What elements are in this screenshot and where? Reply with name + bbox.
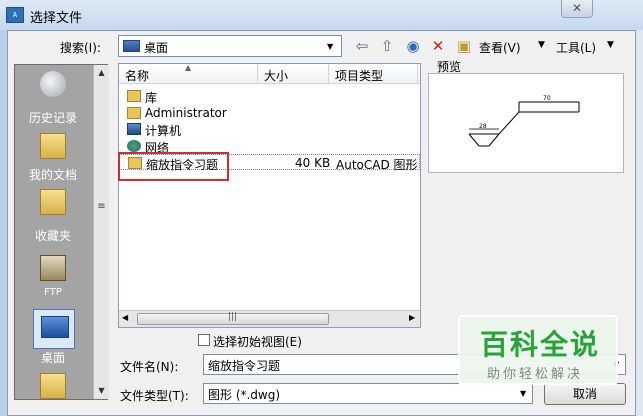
scroll-grip-icon[interactable]: ≡ [94, 201, 109, 212]
list-item[interactable]: Administrator [119, 105, 420, 121]
search-web-icon[interactable]: ◉ [404, 37, 422, 55]
scroll-down-icon[interactable]: ▼ [94, 383, 109, 399]
file-list[interactable]: 名称 ▲ 大小 项目类型 库 Administrator 计算机 网络 缩放指令… [118, 63, 421, 328]
places-scrollbar[interactable]: ▲ ≡ ▼ [93, 65, 109, 399]
file-type: AutoCAD 图形 [336, 158, 418, 172]
folder-icon [40, 373, 66, 399]
desktop-icon [123, 40, 140, 52]
app-icon: A [6, 7, 24, 23]
place-history[interactable]: 历史记录 [15, 71, 91, 131]
delete-icon[interactable]: ✕ [429, 37, 447, 55]
close-button[interactable]: ✕ [561, 0, 593, 18]
place-desktop[interactable] [33, 309, 75, 349]
chevron-down-icon[interactable]: ▼ [327, 42, 333, 51]
scroll-grip-icon: ||| [228, 312, 238, 322]
scroll-up-icon[interactable]: ▲ [94, 65, 109, 81]
column-divider[interactable] [257, 64, 258, 84]
watermark-logo: 百科全说 助你轻松解决 [458, 315, 618, 385]
filetype-value: 图形 (*.dwg) [208, 388, 281, 402]
initial-view-label[interactable]: 选择初始视图(E) [213, 333, 302, 350]
horizontal-scrollbar[interactable]: ◀ ||| ▶ [119, 310, 420, 327]
up-folder-icon[interactable]: ⇧ [378, 37, 396, 55]
list-item[interactable]: 库 [119, 88, 420, 105]
file-name: 计算机 [145, 124, 182, 138]
cancel-button[interactable]: 取消 [544, 383, 626, 405]
place-extra[interactable] [15, 369, 91, 399]
dimension-label-left: 28 [479, 123, 487, 130]
highlight-annotation [118, 152, 229, 181]
place-label: FTP [44, 287, 62, 298]
column-type[interactable]: 项目类型 [335, 67, 383, 84]
ftp-icon [40, 255, 66, 281]
place-my-documents[interactable]: 我的文档 [15, 133, 91, 193]
sort-ascending-icon: ▲ [185, 63, 192, 72]
user-folder-icon [127, 107, 141, 119]
preview-pane: 70 28 [428, 73, 624, 173]
column-divider[interactable] [328, 64, 329, 84]
network-icon [127, 140, 141, 152]
location-value: 桌面 [144, 41, 169, 55]
filetype-dropdown[interactable]: 图形 (*.dwg) ▼ [203, 383, 533, 404]
chevron-down-icon[interactable]: ▼ [520, 389, 526, 398]
place-ftp[interactable]: FTP [15, 255, 91, 305]
back-icon[interactable]: ⇦ [353, 37, 371, 55]
location-dropdown[interactable]: 桌面 ▼ [118, 35, 342, 57]
watermark-title: 百科全说 [480, 328, 601, 361]
place-label: 桌面 [40, 351, 65, 365]
filetype-label: 文件类型(T): [120, 389, 189, 403]
history-icon [40, 71, 66, 97]
library-icon [127, 90, 141, 102]
scroll-thumb[interactable]: ||| [137, 312, 329, 325]
favorites-folder-icon [40, 189, 66, 215]
file-name: 库 [145, 91, 158, 105]
tools-chevron-down-icon[interactable]: ▼ [607, 40, 614, 50]
watermark-subtitle: 助你轻松解决 [487, 367, 584, 382]
search-label: 搜索(I): [60, 41, 101, 55]
tools-menu-button[interactable]: 工具(L) [556, 39, 596, 56]
view-menu-button[interactable]: 查看(V) [479, 39, 521, 56]
places-bar: 历史记录 我的文档 收藏夹 FTP 桌面 ▲ ≡ ▼ [14, 64, 109, 400]
file-name: Administrator [145, 106, 227, 120]
place-label: 收藏夹 [34, 229, 71, 243]
window-edge [636, 30, 643, 416]
column-divider[interactable] [417, 64, 418, 84]
place-favorites[interactable]: 收藏夹 [15, 189, 91, 249]
computer-icon [127, 123, 141, 135]
view-chevron-down-icon[interactable]: ▼ [538, 40, 545, 50]
drawing-preview-image: 70 28 [468, 95, 580, 147]
place-label: 我的文档 [28, 168, 77, 182]
title-bar: A 选择文件 ✕ [0, 0, 643, 30]
filename-value: 缩放指令习题 [208, 359, 281, 373]
initial-view-checkbox[interactable] [198, 334, 210, 346]
scroll-right-icon[interactable]: ▶ [409, 313, 415, 322]
column-size[interactable]: 大小 [264, 67, 288, 84]
documents-folder-icon [40, 133, 66, 159]
column-name[interactable]: 名称 [125, 67, 149, 84]
list-item[interactable]: 计算机 [119, 121, 420, 138]
window-title: 选择文件 [30, 11, 83, 26]
new-folder-icon[interactable]: ▣ [455, 37, 473, 55]
filename-label: 文件名(N): [120, 360, 179, 374]
dimension-label-top: 70 [543, 95, 551, 102]
desktop-icon [41, 316, 69, 338]
scroll-left-icon[interactable]: ◀ [122, 313, 128, 322]
list-header: 名称 ▲ 大小 项目类型 [119, 63, 420, 84]
file-size: 40 KB [295, 156, 331, 170]
place-label: 历史记录 [28, 111, 77, 125]
